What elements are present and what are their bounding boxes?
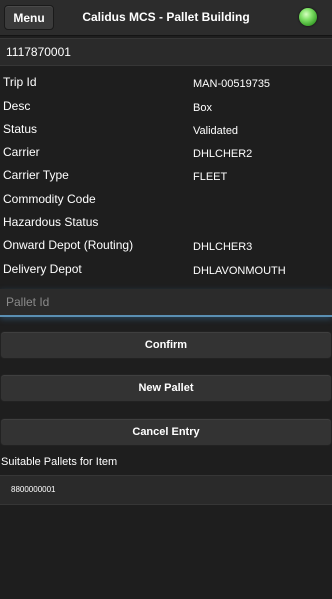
detail-label-carrier: Carrier [3,145,40,159]
status-indicator-icon [299,8,317,26]
detail-label-desc: Desc [3,99,31,113]
detail-value-onward-depot: DHLCHER3 [193,241,253,253]
page-title: Calidus MCS - Pallet Building [82,10,250,24]
pallet-id-input[interactable] [0,289,332,317]
detail-label-onward-depot: Onward Depot (Routing) [3,238,134,252]
new-pallet-button[interactable]: New Pallet [0,374,332,402]
suitable-pallets-heading: Suitable Pallets for Item [1,456,118,468]
detail-label-commodity-code: Commodity Code [3,192,96,206]
detail-value-trip-id: MAN-00519735 [193,78,271,90]
detail-label-trip-id: Trip Id [3,75,37,89]
detail-value-status: Validated [193,125,239,137]
app-header: Menu Calidus MCS - Pallet Building [0,0,332,36]
detail-value-carrier-type: FLEET [193,171,228,183]
confirm-button[interactable]: Confirm [0,331,332,359]
detail-label-status: Status [3,122,38,136]
menu-button[interactable]: Menu [4,5,54,30]
pallet-number: 8800000001 [11,485,56,494]
item-id-row: 1117870001 [0,38,332,66]
cancel-entry-button[interactable]: Cancel Entry [0,418,332,446]
item-id: 1117870001 [6,45,71,59]
detail-label-hazardous-status: Hazardous Status [3,215,99,229]
detail-label-carrier-type: Carrier Type [3,168,69,182]
detail-label-delivery-depot: Delivery Depot [3,262,82,276]
detail-value-desc: Box [193,102,212,114]
list-item[interactable]: 8800000001 [0,475,332,505]
detail-value-delivery-depot: DHLAVONMOUTH [193,265,286,277]
detail-value-carrier: DHLCHER2 [193,148,253,160]
